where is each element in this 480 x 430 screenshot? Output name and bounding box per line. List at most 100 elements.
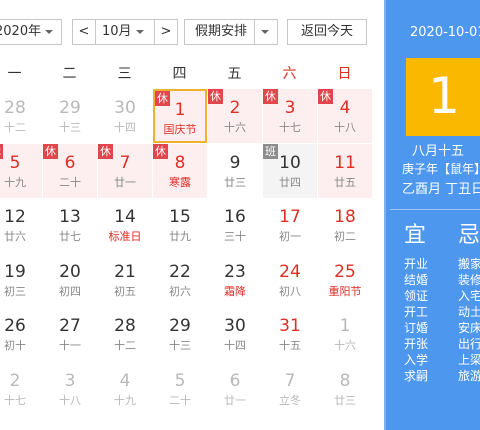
weekday-label: 日: [337, 66, 352, 82]
day-cell[interactable]: 休 4 十八: [318, 89, 372, 143]
big-day-number: 1: [428, 67, 460, 125]
lunar-label: 初二: [334, 230, 356, 243]
avoid-list: 搬家 装修 入宅 动土 安床 出行 上梁 旅游: [458, 256, 480, 384]
day-number: 29: [59, 98, 81, 118]
lunar-label: 二十: [169, 393, 191, 407]
avoid-item: 旅游: [458, 369, 480, 383]
day-cell[interactable]: 休 6 二十: [43, 143, 97, 198]
day-cell[interactable]: 19 初三: [0, 253, 42, 307]
day-cell[interactable]: 29 十三: [43, 89, 97, 143]
day-number: 24: [279, 261, 301, 282]
lunar-label: 十九: [4, 175, 26, 189]
weekday-label: 二: [62, 66, 77, 82]
day-number: 2: [9, 370, 21, 391]
day-cell[interactable]: 12 廿六: [0, 198, 42, 252]
day-cell[interactable]: 31 十五: [263, 307, 317, 361]
ganzhi-year: 庚子年【鼠年】: [402, 162, 480, 176]
day-cell[interactable]: 休 7 廿一: [98, 143, 152, 198]
day-cell[interactable]: 2 十七: [0, 362, 42, 416]
avoid-item: 出行: [458, 337, 480, 351]
holiday-select[interactable]: 假期安排: [184, 19, 278, 45]
day-cell[interactable]: 休5十九: [0, 143, 42, 198]
day-cell[interactable]: 班 10 廿四: [263, 143, 317, 198]
day-cell[interactable]: 28 十二: [98, 307, 152, 361]
day-cell[interactable]: 13 廿七: [43, 198, 97, 252]
lunar-label: 廿三: [224, 175, 246, 189]
day-number: 5: [9, 152, 21, 173]
day-cell[interactable]: 28 十二: [0, 89, 42, 143]
day-number: 29: [169, 316, 191, 336]
next-month-button[interactable]: >: [154, 20, 177, 44]
day-cell[interactable]: 休 3 十七: [263, 89, 317, 143]
day-cell[interactable]: 11 廿五: [318, 143, 372, 198]
day-cell[interactable]: 21 初五: [98, 253, 152, 307]
weekday-label: 三: [117, 66, 132, 82]
day-cell[interactable]: 22 初六: [153, 253, 207, 307]
lunar-label: 十七: [4, 393, 26, 407]
lunar-label: 廿一: [114, 175, 136, 189]
day-cell[interactable]: 16 三十: [208, 198, 262, 252]
day-number: 16: [224, 207, 246, 227]
lunar-label: 标准日: [108, 230, 142, 243]
day-cell[interactable]: 14 标准日: [98, 198, 152, 252]
prev-month-button[interactable]: <: [73, 20, 96, 44]
day-cell[interactable]: 休 2 十六: [208, 89, 262, 143]
day-cell[interactable]: 26 初十: [0, 307, 42, 361]
day-cell[interactable]: 30 十四: [98, 89, 152, 143]
day-cell[interactable]: 9 廿三: [208, 144, 262, 198]
day-cell[interactable]: 27 十一: [43, 307, 97, 361]
lunar-label: 初一: [279, 230, 301, 243]
avoid-item: 上梁: [458, 353, 480, 367]
day-number: 11: [334, 152, 356, 173]
day-number: 21: [114, 261, 136, 282]
avoid-item: 搬家: [458, 257, 480, 271]
day-number: 31: [279, 316, 301, 336]
back-to-today-button[interactable]: 返回今天: [287, 19, 367, 45]
day-number: 6: [64, 152, 76, 173]
day-cell[interactable]: 24 初八: [263, 253, 317, 307]
lunar-label: 三十: [224, 230, 246, 243]
day-cell[interactable]: 1 十六: [318, 307, 372, 361]
lunar-label: 重阳节: [328, 284, 362, 298]
day-cell[interactable]: 8 廿三: [318, 362, 372, 416]
day-cell[interactable]: 4 十九: [98, 362, 152, 416]
day-number: 3: [64, 370, 76, 391]
lunar-label: 初六: [169, 284, 191, 298]
calendar-grid: 一二三四五六日 28十二29十三30十四休1国庆节休2十六休3十七休4十八休5十…: [0, 64, 384, 430]
day-cell[interactable]: 15 廿九: [153, 198, 207, 252]
day-cell[interactable]: 30 十四: [208, 307, 262, 361]
calendar-toolbar: 2020年 < 10月 > 假期安排 返回今天: [0, 0, 384, 64]
day-cell[interactable]: 3 十八: [43, 362, 97, 416]
lunar-label: 十一: [59, 339, 81, 352]
day-cell[interactable]: 18 初二: [318, 198, 372, 252]
lunar-label: 十三: [169, 339, 191, 352]
day-cell[interactable]: 休 1 国庆节: [153, 89, 207, 143]
day-cell[interactable]: 25 重阳节: [318, 253, 372, 307]
big-day-box: 1: [406, 58, 480, 136]
month-picker: < 10月 >: [72, 19, 178, 45]
lunar-label: 十六: [224, 121, 246, 134]
day-cell[interactable]: 29 十三: [153, 307, 207, 361]
day-number: 7: [284, 370, 296, 391]
month-value[interactable]: 10月: [102, 20, 132, 44]
select-divider: [254, 20, 255, 44]
day-cell[interactable]: 7 立冬: [263, 362, 317, 416]
day-number: 27: [59, 316, 81, 336]
day-cell[interactable]: 23 霜降: [208, 253, 262, 307]
year-select[interactable]: 2020年: [0, 19, 62, 45]
lunar-label: 廿三: [334, 393, 356, 407]
avoid-item: 入宅: [458, 289, 480, 303]
day-cell[interactable]: 20 初四: [43, 253, 97, 307]
day-number: 30: [224, 316, 246, 336]
lunar-label: 廿六: [4, 230, 26, 243]
avoid-item: 动土: [458, 305, 480, 319]
day-cell[interactable]: 17 初一: [263, 198, 317, 252]
day-cell[interactable]: 6 廿一: [208, 362, 262, 416]
day-cell[interactable]: 休 8 寒露: [153, 143, 207, 198]
lunar-label: 十五: [279, 339, 301, 352]
lunar-label: 初五: [114, 284, 136, 298]
day-cell[interactable]: 5 二十: [153, 362, 207, 416]
lunar-label: 廿七: [59, 230, 81, 243]
day-number: 7: [119, 152, 131, 173]
day-number: 18: [334, 207, 356, 227]
